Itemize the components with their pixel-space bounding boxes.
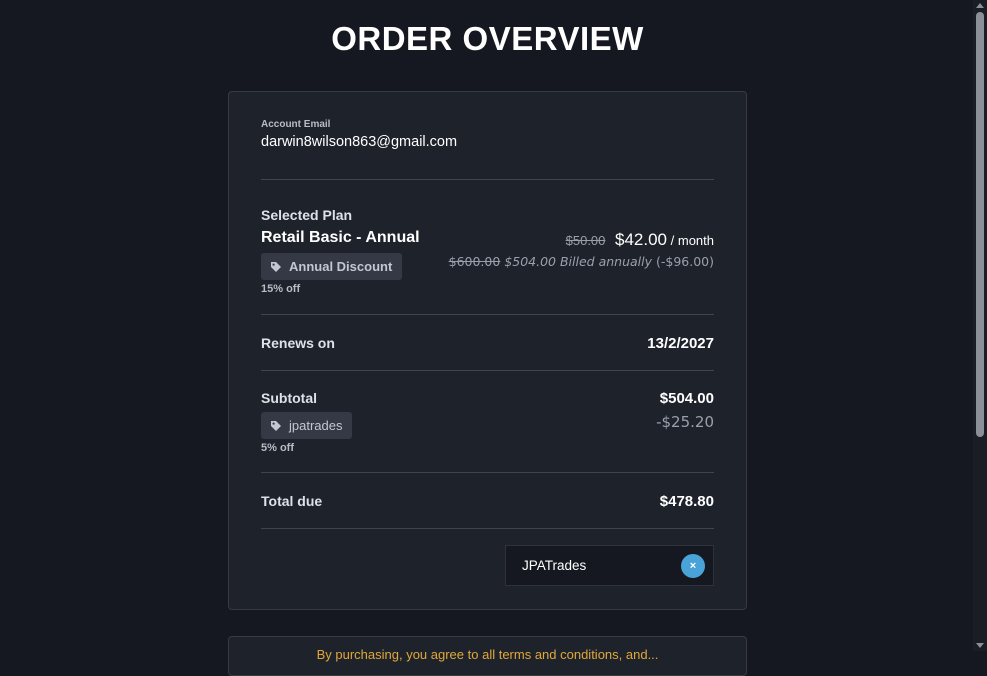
- plan-pricing: $50.00 $42.00 / month $600.00 $504.00 Bi…: [449, 230, 714, 269]
- annual-billed: $504.00 Billed annually: [504, 254, 652, 269]
- renews-label: Renews on: [261, 335, 335, 351]
- coupon-tag: jpatrades: [261, 412, 353, 439]
- account-email-label: Account Email: [261, 119, 331, 130]
- coupon-code-input[interactable]: JPATrades ×: [505, 545, 714, 586]
- page-title: ORDER OVERVIEW: [331, 20, 644, 57]
- divider: [261, 528, 714, 529]
- coupon-discount-amount: -$25.20: [656, 413, 714, 431]
- divider: [261, 314, 714, 315]
- remove-coupon-button[interactable]: ×: [681, 554, 705, 578]
- selected-plan-label: Selected Plan: [261, 207, 353, 223]
- divider: [261, 370, 714, 371]
- total-amount: $478.80: [659, 493, 714, 510]
- total-label: Total due: [261, 493, 323, 509]
- old-monthly-price: $50.00: [565, 233, 606, 248]
- coupon-code-value[interactable]: JPATrades: [522, 558, 586, 573]
- subtotal-section: Subtotal jpatrades 5% off $504.00 -$25.2…: [261, 390, 714, 454]
- scroll-up-icon[interactable]: [976, 3, 984, 8]
- order-summary-card: Account Email darwin8wilson863@gmail.com…: [228, 91, 747, 610]
- subtotal-label: Subtotal: [261, 390, 317, 406]
- account-section: Account Email darwin8wilson863@gmail.com: [261, 119, 714, 150]
- divider: [261, 179, 714, 180]
- monthly-price: $50.00 $42.00 / month: [449, 230, 714, 250]
- annual-savings: (-$96.00): [655, 254, 714, 269]
- monthly-unit: / month: [670, 233, 714, 248]
- annual-discount-tag: Annual Discount: [261, 253, 403, 280]
- scroll-down-icon[interactable]: [976, 643, 984, 648]
- divider: [261, 472, 714, 473]
- subtotal-values: $504.00 -$25.20: [656, 390, 714, 431]
- annual-discount-label: Annual Discount: [289, 259, 393, 274]
- terms-text: By purchasing, you agree to all terms an…: [316, 647, 659, 662]
- close-icon[interactable]: ×: [690, 560, 696, 572]
- annual-price: $600.00 $504.00 Billed annually (-$96.00…: [449, 254, 714, 269]
- tag-icon: [271, 261, 281, 272]
- coupon-off: 5% off: [261, 442, 294, 454]
- coupon-tag-label: jpatrades: [289, 418, 343, 433]
- renews-section: Renews on 13/2/2027: [261, 335, 714, 352]
- annual-discount-off: 15% off: [261, 283, 301, 295]
- scroll-thumb[interactable]: [976, 12, 984, 437]
- old-annual-price: $600.00: [448, 254, 501, 269]
- plan-section: Selected Plan Retail Basic - Annual Annu…: [261, 207, 714, 295]
- current-monthly-price: $42.00: [615, 230, 668, 249]
- scrollbar[interactable]: [973, 0, 987, 651]
- total-section: Total due $478.80: [261, 493, 714, 510]
- renews-date: 13/2/2027: [647, 335, 714, 352]
- subtotal-amount: $504.00: [659, 390, 714, 407]
- tag-icon: [271, 420, 281, 431]
- terms-card: By purchasing, you agree to all terms an…: [228, 636, 747, 676]
- account-email-value: darwin8wilson863@gmail.com: [261, 134, 458, 150]
